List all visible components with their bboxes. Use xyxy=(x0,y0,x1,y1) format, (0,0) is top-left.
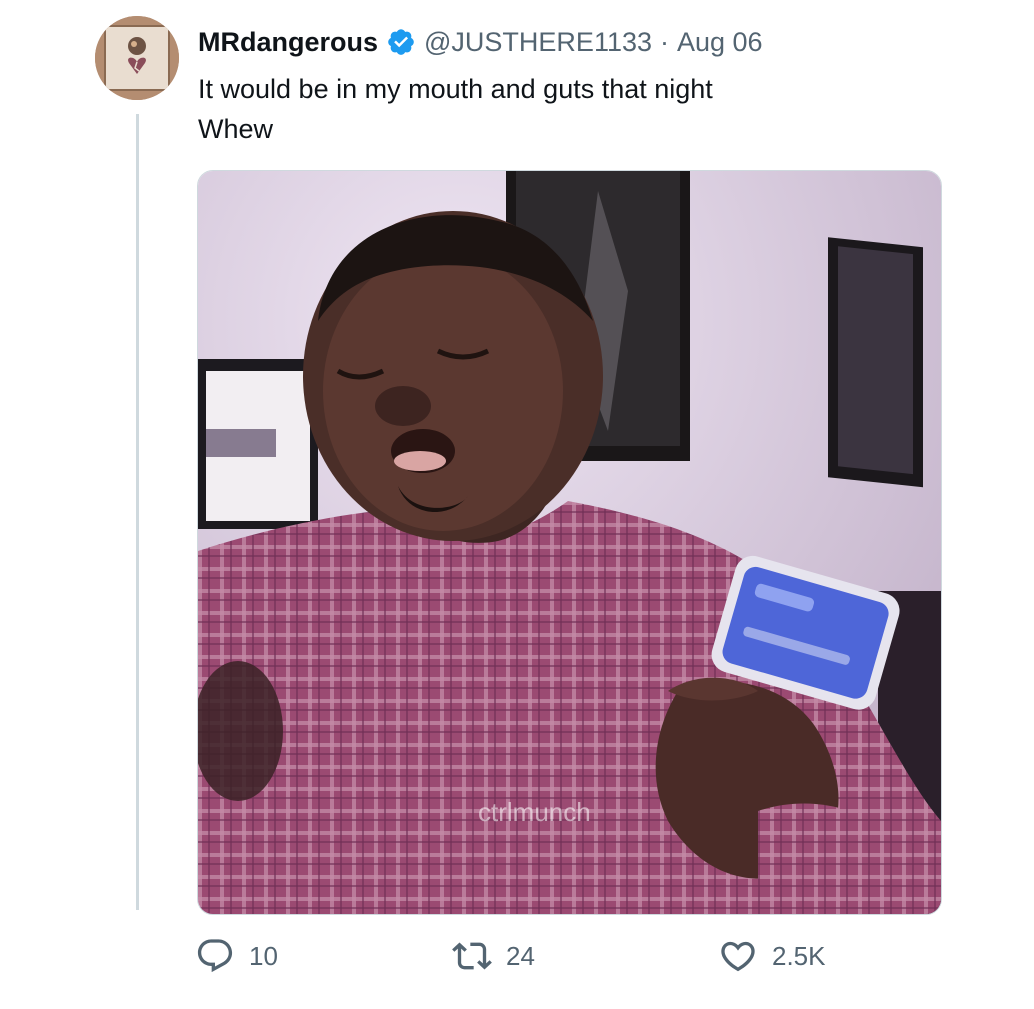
tweet-text-line: It would be in my mouth and guts that ni… xyxy=(198,74,713,104)
verified-badge-icon xyxy=(386,27,416,57)
like-count: 2.5K xyxy=(772,940,826,971)
media-watermark: ctrlmunch xyxy=(478,797,591,827)
retweet-button[interactable]: 24 xyxy=(452,933,535,979)
avatar[interactable] xyxy=(95,16,179,100)
tweet-header: MRdangerous @JUSTHERE1133 · Aug 06 xyxy=(198,22,763,62)
retweet-count: 24 xyxy=(506,940,535,971)
like-button[interactable]: 2.5K xyxy=(718,933,826,979)
tweet-text-line: Whew xyxy=(198,114,274,144)
separator-dot: · xyxy=(660,26,669,57)
media-image: ctrlmunch xyxy=(198,171,941,914)
retweet-icon xyxy=(452,936,492,976)
avatar-image xyxy=(95,16,179,100)
reply-button[interactable]: 10 xyxy=(195,933,278,979)
thread-line xyxy=(136,114,139,910)
display-name[interactable]: MRdangerous xyxy=(198,27,378,58)
heart-icon xyxy=(718,936,758,976)
tweet-date[interactable]: Aug 06 xyxy=(677,27,763,58)
tweet-media-gif[interactable]: ctrlmunch xyxy=(197,170,942,915)
reply-count: 10 xyxy=(249,940,278,971)
reply-icon xyxy=(195,936,235,976)
user-handle[interactable]: @JUSTHERE1133 xyxy=(424,27,652,58)
tweet-text: It would be in my mouth and guts that ni… xyxy=(198,69,958,149)
